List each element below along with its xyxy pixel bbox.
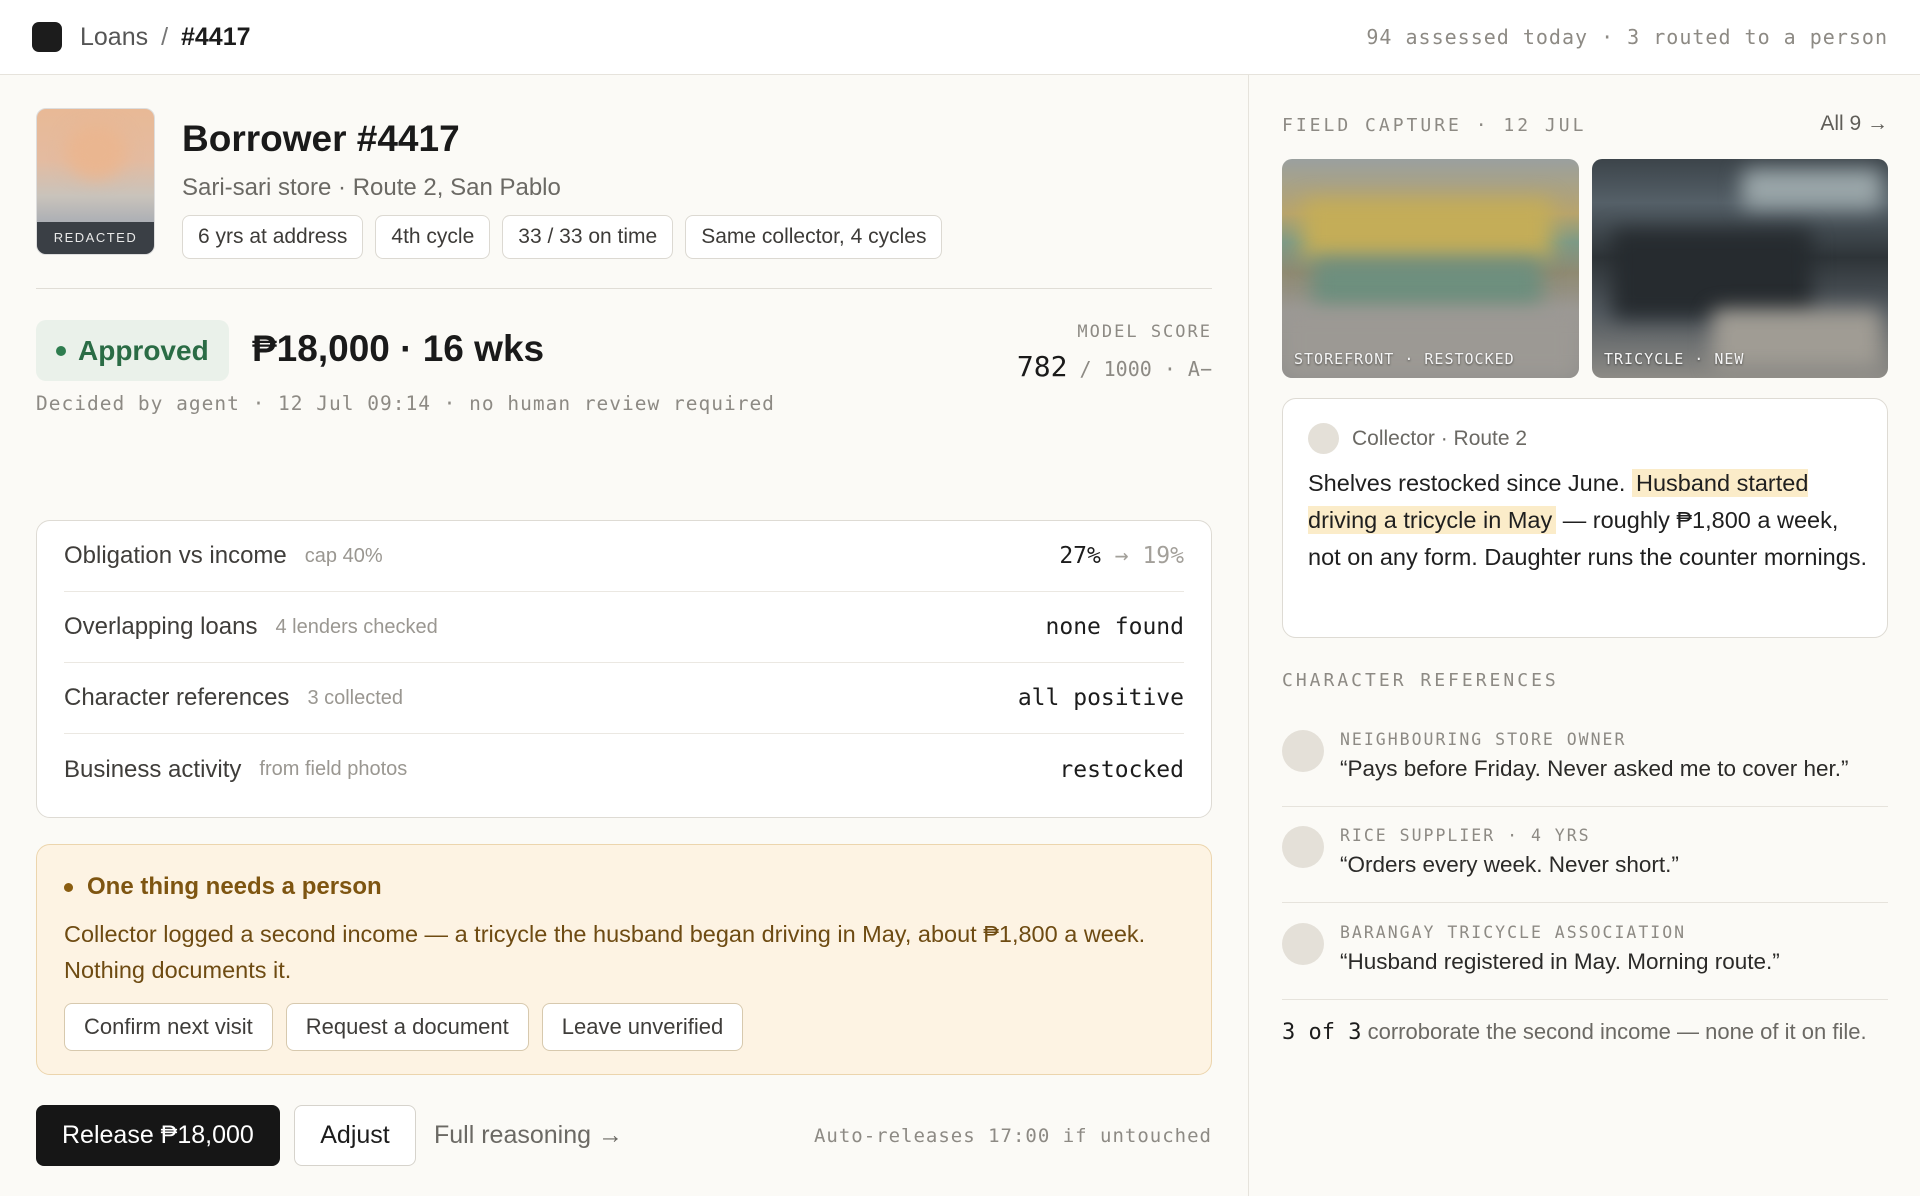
reference-who: NEIGHBOURING STORE OWNER [1340, 730, 1627, 749]
check-value-before: 27% [1059, 543, 1101, 569]
check-sub: from field photos [259, 758, 408, 780]
references-summary: 3 of 3 corroborate the second income — n… [1282, 1015, 1888, 1050]
reference-item: BARANGAY TRICYCLE ASSOCIATION “Husband r… [1282, 905, 1888, 1000]
avatar [1282, 923, 1324, 965]
alert-title: One thing needs a person [87, 873, 382, 900]
note-text-part: Shelves restocked since June. [1308, 470, 1626, 496]
check-row-obligation: Obligation vs income cap 40% 27% → 19% [64, 521, 1184, 592]
check-row-overlapping: Overlapping loans 4 lenders checked none… [64, 592, 1184, 663]
release-button[interactable]: Release ₱18,000 [36, 1105, 280, 1166]
confirm-next-visit-button[interactable]: Confirm next visit [64, 1003, 273, 1051]
alert-dot-icon [64, 882, 73, 892]
tag-on-time: 33 / 33 on time [502, 215, 674, 259]
top-bar: Loans / #4417 94 assessed today · 3 rout… [0, 0, 1920, 75]
adjust-button[interactable]: Adjust [294, 1105, 416, 1166]
reference-who: BARANGAY TRICYCLE ASSOCIATION [1340, 923, 1687, 942]
model-score-label: MODEL SCORE [1077, 322, 1212, 342]
tag-cycle: 4th cycle [375, 215, 491, 259]
check-label: Business activity [64, 755, 242, 783]
all-photos-link[interactable]: All 9 → [1820, 112, 1888, 136]
borrower-tags: 6 yrs at address 4th cycle 33 / 33 on ti… [182, 215, 943, 259]
arrow-right-icon: → [1114, 543, 1129, 569]
evidence-pane: FIELD CAPTURE · 12 JUL All 9 → STOREFRON… [1282, 75, 1888, 1196]
checks-card: Obligation vs income cap 40% 27% → 19% O… [36, 520, 1212, 818]
check-row-references: Character references 3 collected all pos… [64, 663, 1184, 734]
reference-quote: “Pays before Friday. Never asked me to c… [1340, 756, 1849, 781]
redacted-badge: REDACTED [37, 222, 154, 254]
collector-note-card: Collector · Route 2 Shelves restocked si… [1282, 398, 1888, 638]
check-value-after: 19% [1142, 543, 1184, 569]
app-logo-icon[interactable] [32, 22, 62, 52]
action-footer: Release ₱18,000 Adjust Full reasoning → … [36, 1105, 1212, 1167]
status-label: Approved [78, 334, 209, 366]
loan-detail-pane: REDACTED Borrower #4417 Sari-sari store … [36, 75, 1212, 1196]
photo-blur-region [1742, 169, 1882, 209]
check-sub: cap 40% [304, 544, 383, 567]
check-row-business: Business activity from field photos rest… [64, 734, 1184, 805]
photo-blur-region [1612, 229, 1812, 319]
tag-address: 6 yrs at address [182, 215, 364, 259]
borrower-subtitle: Sari-sari store · Route 2, San Pablo [182, 174, 561, 201]
divider [36, 288, 1212, 289]
check-label: Overlapping loans [64, 613, 258, 640]
breadcrumb-separator: / [161, 22, 169, 51]
model-score-suffix: / 1000 · A− [1079, 357, 1212, 381]
borrower-header: REDACTED Borrower #4417 Sari-sari store … [36, 108, 1212, 259]
decided-by: Decided by agent · 12 Jul 09:14 · no hum… [36, 392, 775, 415]
auto-release-note: Auto-releases 17:00 if untouched [813, 1125, 1212, 1147]
photo-caption: STOREFRONT · RESTOCKED [1294, 350, 1515, 368]
alert-body: Collector logged a second income — a tri… [64, 921, 1146, 983]
status-dot-icon [56, 345, 66, 356]
avatar-face-blur [65, 123, 127, 179]
reference-who: RICE SUPPLIER · 4 YRS [1340, 826, 1591, 845]
breadcrumb-loans-link[interactable]: Loans [80, 23, 148, 51]
reference-item: RICE SUPPLIER · 4 YRS “Orders every week… [1282, 808, 1888, 903]
avatar [1282, 730, 1324, 772]
photo-blur-region [1302, 199, 1552, 259]
alert-header: One thing needs a person [64, 873, 382, 901]
check-value: 27% → 19% [1059, 543, 1184, 569]
check-value: all positive [1017, 685, 1184, 711]
request-document-button[interactable]: Request a document [285, 1003, 529, 1051]
check-sub: 4 lenders checked [275, 615, 438, 638]
status-badge: Approved [36, 320, 229, 381]
reference-item: NEIGHBOURING STORE OWNER “Pays before Fr… [1282, 712, 1888, 807]
photo-blur-region [1312, 259, 1542, 309]
photo-tricycle[interactable]: TRICYCLE · NEW [1592, 159, 1888, 378]
breadcrumb-current: #4417 [180, 22, 251, 51]
reference-quote: “Husband registered in May. Morning rout… [1340, 949, 1780, 974]
character-references-label: CHARACTER REFERENCES [1282, 670, 1559, 691]
check-value: none found [1045, 614, 1184, 640]
daily-stats: 94 assessed today · 3 routed to a person [1366, 25, 1888, 49]
photo-caption: TRICYCLE · NEW [1604, 350, 1745, 368]
borrower-name: Borrower #4417 [182, 118, 460, 159]
avatar [1308, 423, 1339, 454]
model-score-value: 782 [1016, 350, 1068, 383]
collector-note-author: Collector · Route 2 [1308, 423, 1527, 454]
loan-amount: ₱18,000 · 16 wks [252, 328, 545, 369]
check-label: Character references [64, 684, 290, 711]
photo-storefront[interactable]: STOREFRONT · RESTOCKED [1282, 159, 1579, 378]
breadcrumb: Loans / #4417 [80, 23, 251, 52]
check-sub: 3 collected [307, 686, 404, 709]
collector-note-text: Shelves restocked since June. Husband st… [1308, 465, 1868, 576]
summary-count: 3 of 3 [1282, 1020, 1362, 1045]
reference-quote: “Orders every week. Never short.” [1340, 852, 1679, 877]
summary-text: corroborate the second income — none of … [1367, 1019, 1867, 1044]
alert-actions: Confirm next visit Request a document Le… [64, 1003, 744, 1051]
leave-unverified-button[interactable]: Leave unverified [541, 1003, 744, 1051]
tag-collector: Same collector, 4 cycles [685, 215, 943, 259]
decision-summary: Approved ₱18,000 · 16 wks MODEL SCORE 78… [36, 320, 1212, 420]
collector-note-who: Collector · Route 2 [1352, 426, 1528, 450]
full-reasoning-link[interactable]: Full reasoning → [434, 1121, 623, 1150]
avatar: REDACTED [36, 108, 155, 255]
needs-person-alert: One thing needs a person Collector logge… [36, 844, 1212, 1075]
avatar [1282, 826, 1324, 868]
check-label: Obligation vs income [64, 542, 287, 569]
check-value: restocked [1059, 756, 1184, 783]
field-capture-label: FIELD CAPTURE · 12 JUL [1282, 115, 1587, 136]
pane-divider [1248, 75, 1249, 1196]
model-score: 782 / 1000 · A− [1017, 350, 1212, 383]
